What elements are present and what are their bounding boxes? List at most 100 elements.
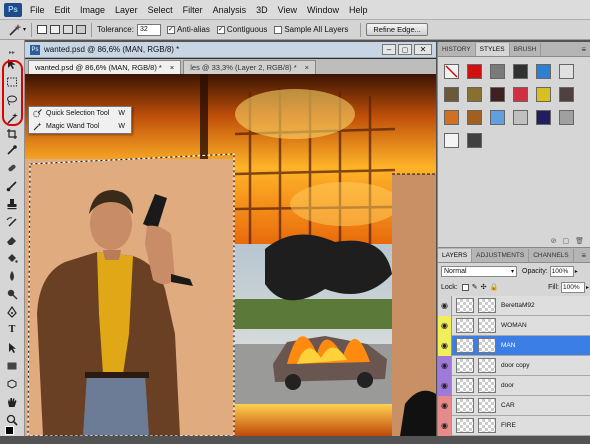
- layer-row[interactable]: ◉ BerettaM92: [438, 295, 590, 316]
- visibility-eye-icon[interactable]: ◉: [438, 395, 452, 416]
- blur-tool-icon[interactable]: [4, 268, 20, 284]
- menu-file[interactable]: File: [25, 5, 50, 15]
- healing-brush-tool-icon[interactable]: [4, 160, 20, 176]
- style-swatch[interactable]: [536, 87, 551, 102]
- opacity-input[interactable]: 100%: [549, 265, 574, 277]
- visibility-eye-icon[interactable]: ◉: [438, 355, 452, 376]
- chevron-right-icon[interactable]: ▸: [575, 268, 578, 275]
- visibility-eye-icon[interactable]: ◉: [438, 335, 452, 356]
- menu-window[interactable]: Window: [302, 5, 344, 15]
- intersect-selection-icon[interactable]: [76, 25, 87, 34]
- path-selection-tool-icon[interactable]: [4, 340, 20, 356]
- subtract-selection-icon[interactable]: [63, 25, 74, 34]
- magic-wand-tool-item[interactable]: Magic Wand Tool W: [29, 120, 131, 133]
- history-brush-tool-icon[interactable]: [4, 214, 20, 230]
- lock-position-icon[interactable]: ✣: [481, 283, 487, 291]
- tab-history[interactable]: HISTORY: [438, 43, 476, 56]
- tab-channels[interactable]: CHANNELS: [529, 249, 574, 262]
- layer-row[interactable]: ◉ CAR: [438, 395, 590, 416]
- type-tool-icon[interactable]: T: [4, 322, 20, 338]
- sample-all-layers-option[interactable]: Sample All Layers: [274, 25, 348, 34]
- tab-wanted[interactable]: wanted.psd @ 86,6% (MAN, RGB/8) * ×: [28, 60, 182, 74]
- lock-image-icon[interactable]: ✎: [472, 283, 478, 291]
- clone-stamp-tool-icon[interactable]: [4, 196, 20, 212]
- layer-row[interactable]: ◉ FIRE: [438, 415, 590, 436]
- blend-mode-select[interactable]: Normal ▾: [441, 265, 517, 277]
- style-swatch[interactable]: [490, 87, 505, 102]
- paint-bucket-tool-icon[interactable]: [4, 250, 20, 266]
- style-swatch[interactable]: [559, 110, 574, 125]
- style-swatch[interactable]: [444, 133, 459, 148]
- menu-filter[interactable]: Filter: [178, 5, 208, 15]
- tab-layers[interactable]: LAYERS: [438, 249, 473, 262]
- layer-row[interactable]: ◉ WOMAN: [438, 315, 590, 336]
- hand-tool-icon[interactable]: [4, 394, 20, 410]
- style-swatch[interactable]: [536, 64, 551, 79]
- style-swatch[interactable]: [444, 87, 459, 102]
- style-swatch[interactable]: [467, 133, 482, 148]
- panel-menu-icon[interactable]: ≡: [581, 249, 586, 262]
- menu-view[interactable]: View: [273, 5, 302, 15]
- style-swatch[interactable]: [490, 64, 505, 79]
- layer-row[interactable]: ◉ MAN: [438, 335, 590, 356]
- antialias-option[interactable]: ✓ Anti-alias: [166, 25, 210, 34]
- panel-menu-icon[interactable]: ≡: [581, 43, 586, 56]
- style-swatch[interactable]: [444, 64, 459, 79]
- 3d-rotate-tool-icon[interactable]: [4, 376, 20, 392]
- tab-styles[interactable]: STYLES: [475, 43, 510, 56]
- new-style-icon[interactable]: ▢: [562, 237, 569, 245]
- sample-all-layers-checkbox[interactable]: [274, 25, 283, 34]
- contiguous-option[interactable]: ✓ Contiguous: [216, 25, 267, 34]
- visibility-eye-icon[interactable]: ◉: [438, 295, 452, 316]
- delete-style-icon[interactable]: 🗑: [575, 237, 584, 245]
- antialias-checkbox[interactable]: ✓: [166, 25, 175, 34]
- layer-row[interactable]: ◉ door copy: [438, 355, 590, 376]
- menu-select[interactable]: Select: [143, 5, 178, 15]
- menu-layer[interactable]: Layer: [110, 5, 143, 15]
- style-swatch[interactable]: [513, 110, 528, 125]
- style-swatch[interactable]: [559, 87, 574, 102]
- style-swatch[interactable]: [444, 110, 459, 125]
- crop-tool-icon[interactable]: [4, 126, 20, 142]
- close-tab-icon[interactable]: ×: [305, 63, 309, 72]
- refine-edge-button[interactable]: Refine Edge...: [366, 23, 428, 36]
- minimize-button[interactable]: –: [382, 44, 396, 55]
- shape-tool-icon[interactable]: [4, 358, 20, 374]
- tab-les[interactable]: les @ 33,3% (Layer 2, RGB/8) * ×: [183, 60, 317, 74]
- visibility-eye-icon[interactable]: ◉: [438, 415, 452, 436]
- style-swatch[interactable]: [467, 110, 482, 125]
- quick-selection-tool-item[interactable]: Quick Selection Tool W: [29, 107, 131, 120]
- magic-wand-tool-icon[interactable]: ▾: [8, 23, 26, 37]
- tolerance-input[interactable]: 32: [136, 23, 161, 36]
- tab-adjustments[interactable]: ADJUSTMENTS: [472, 249, 530, 262]
- tab-brush[interactable]: BRUSH: [510, 43, 542, 56]
- style-swatch[interactable]: [467, 87, 482, 102]
- style-swatch[interactable]: [536, 110, 551, 125]
- close-tab-icon[interactable]: ×: [170, 63, 174, 72]
- clear-style-icon[interactable]: ⊘: [551, 237, 557, 245]
- style-swatch[interactable]: [467, 64, 482, 79]
- add-selection-icon[interactable]: [50, 25, 61, 34]
- fill-input[interactable]: 100%: [560, 281, 585, 293]
- lock-all-icon[interactable]: 🔒: [489, 283, 498, 291]
- chevron-right-icon[interactable]: ▸: [586, 284, 589, 291]
- visibility-eye-icon[interactable]: ◉: [438, 315, 452, 336]
- dodge-tool-icon[interactable]: [4, 286, 20, 302]
- layer-row[interactable]: ◉ door: [438, 375, 590, 396]
- style-swatch[interactable]: [490, 110, 505, 125]
- menu-image[interactable]: Image: [75, 5, 110, 15]
- menu-edit[interactable]: Edit: [50, 5, 76, 15]
- eyedropper-tool-icon[interactable]: [4, 142, 20, 158]
- new-selection-icon[interactable]: [37, 25, 48, 34]
- visibility-eye-icon[interactable]: ◉: [438, 375, 452, 396]
- lock-transparent-icon[interactable]: [461, 283, 469, 291]
- contiguous-checkbox[interactable]: ✓: [216, 25, 225, 34]
- style-swatch[interactable]: [513, 87, 528, 102]
- pen-tool-icon[interactable]: [4, 304, 20, 320]
- eraser-tool-icon[interactable]: [4, 232, 20, 248]
- foreground-background-colors[interactable]: [4, 426, 20, 444]
- menu-help[interactable]: Help: [344, 5, 373, 15]
- brush-tool-icon[interactable]: [4, 178, 20, 194]
- menu-analysis[interactable]: Analysis: [208, 5, 252, 15]
- style-swatch[interactable]: [513, 64, 528, 79]
